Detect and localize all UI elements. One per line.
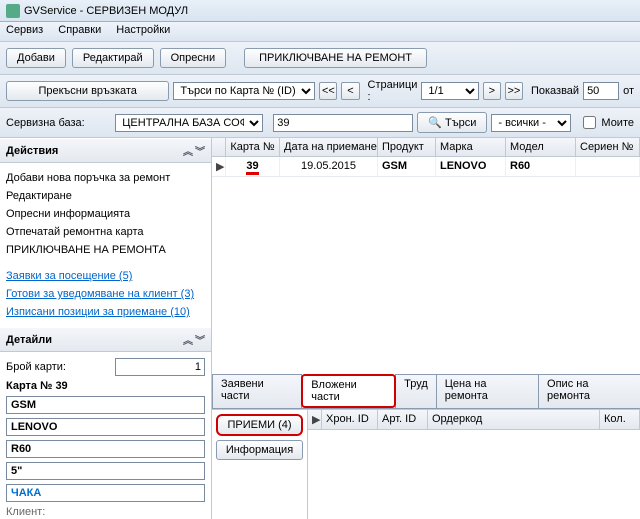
mine-checkbox[interactable]: Моите <box>579 113 634 132</box>
detail-brand[interactable]: LENOVO <box>6 418 205 436</box>
menu-service[interactable]: Сервиз <box>6 24 43 36</box>
tab-repair-price[interactable]: Цена на ремонта <box>436 374 539 408</box>
cell-product: GSM <box>382 160 407 172</box>
tab-requested-parts[interactable]: Заявени части <box>212 374 302 408</box>
sub-grid-header: ▶ Хрон. ID Арт. ID Ордеркод Кол. <box>308 410 640 430</box>
close-repair-button[interactable]: ПРИКЛЮЧВАНЕ НА РЕМОНТ <box>244 48 427 68</box>
cell-date: 19.05.2015 <box>280 157 378 176</box>
details-header[interactable]: Детайли ︽︾ <box>0 327 211 352</box>
card-no-label: Карта № <box>6 380 52 392</box>
detail-model[interactable]: R60 <box>6 440 205 458</box>
count-label: Брой карти: <box>6 361 66 373</box>
sub-col-qty[interactable]: Кол. <box>600 410 640 429</box>
menu-settings[interactable]: Настройки <box>116 24 170 36</box>
tab-repair-desc[interactable]: Опис на ремонта <box>538 374 640 408</box>
left-panel: Действия ︽︾ Добави нова поръчка за ремон… <box>0 138 212 519</box>
main-toolbar: Добави Редактирай Опресни ПРИКЛЮЧВАНЕ НА… <box>0 42 640 75</box>
link-ready-notify[interactable]: Готови за уведомяване на клиент (3) <box>6 285 205 303</box>
info-button[interactable]: Информация <box>216 440 303 460</box>
sub-col-order[interactable]: Ордеркод <box>428 410 600 429</box>
expand-icon[interactable]: ︾ <box>195 332 205 347</box>
filter-bar: Сервизна база: ЦЕНТРАЛНА БАЗА СОФИЯ 🔍 Тъ… <box>0 108 640 138</box>
detail-product[interactable]: GSM <box>6 396 205 414</box>
client-label: Клиент: <box>6 506 205 518</box>
nav-last[interactable]: >> <box>505 82 523 100</box>
col-card[interactable]: Карта № <box>226 138 280 156</box>
col-serial[interactable]: Сериен № <box>576 138 640 156</box>
app-icon <box>6 4 20 18</box>
tab-labor[interactable]: Труд <box>395 374 437 408</box>
tab-used-parts[interactable]: Вложени части <box>301 374 396 408</box>
col-date[interactable]: Дата на приемане <box>280 138 378 156</box>
detail-status[interactable]: ЧАКА <box>6 484 205 502</box>
row-indicator-icon: ▶ <box>212 157 226 176</box>
grid-header: Карта № Дата на приемане Продукт Марка М… <box>212 138 640 157</box>
table-row[interactable]: ▶ 39 19.05.2015 GSM LENOVO R60 <box>212 157 640 177</box>
search-icon: 🔍 <box>428 116 442 129</box>
sub-col-art[interactable]: Арт. ID <box>378 410 428 429</box>
refresh-button[interactable]: Опресни <box>160 48 226 68</box>
add-button[interactable]: Добави <box>6 48 66 68</box>
expand-icon[interactable]: ︾ <box>195 143 205 158</box>
show-count-input[interactable] <box>583 82 619 100</box>
link-positions-accept[interactable]: Изписани позиции за приемане (10) <box>6 303 205 321</box>
cell-brand: LENOVO <box>440 160 486 172</box>
actions-list: Добави нова поръчка за ремонт Редактиран… <box>0 163 211 327</box>
title-bar: GVService - СЕРВИЗЕН МОДУЛ <box>0 0 640 22</box>
detail-size[interactable]: 5" <box>6 462 205 480</box>
collapse-icon[interactable]: ︽ <box>183 332 193 347</box>
row-indicator-icon: ▶ <box>308 410 322 429</box>
pages-label: Страници : <box>368 79 418 103</box>
nav-prev[interactable]: < <box>341 82 359 100</box>
action-add-order[interactable]: Добави нова поръчка за ремонт <box>6 169 205 187</box>
col-product[interactable]: Продукт <box>378 138 436 156</box>
nav-first[interactable]: << <box>319 82 337 100</box>
card-count[interactable] <box>115 358 205 376</box>
search-button[interactable]: 🔍 Търси <box>417 112 487 133</box>
nav-next[interactable]: > <box>483 82 501 100</box>
details-body: Брой карти: Карта № 39 GSM LENOVO R60 5"… <box>0 352 211 519</box>
base-select[interactable]: ЦЕНТРАЛНА БАЗА СОФИЯ <box>115 114 263 132</box>
action-print[interactable]: Отпечатай ремонтна карта <box>6 223 205 241</box>
base-label: Сервизна база: <box>6 117 85 129</box>
disconnect-button[interactable]: Прекъсни връзката <box>6 81 169 101</box>
collapse-icon[interactable]: ︽ <box>183 143 193 158</box>
show-label: Показвай <box>531 85 579 97</box>
menu-bar: Сервиз Справки Настройки <box>0 22 640 42</box>
tab-strip: Заявени части Вложени части Труд Цена на… <box>212 374 640 409</box>
edit-button[interactable]: Редактирай <box>72 48 154 68</box>
col-brand[interactable]: Марка <box>436 138 506 156</box>
right-panel: Карта № Дата на приемане Продукт Марка М… <box>212 138 640 519</box>
status-filter-select[interactable]: - всички - <box>491 114 571 132</box>
sub-area: ПРИЕМИ (4) Информация ▶ Хрон. ID Арт. ID… <box>212 409 640 519</box>
menu-reports[interactable]: Справки <box>58 24 101 36</box>
action-refresh[interactable]: Опресни информацията <box>6 205 205 223</box>
search-input[interactable] <box>273 114 413 132</box>
window-title: GVService - СЕРВИЗЕН МОДУЛ <box>24 5 188 17</box>
cell-model: R60 <box>510 160 530 172</box>
col-model[interactable]: Модел <box>506 138 576 156</box>
actions-header[interactable]: Действия ︽︾ <box>0 138 211 163</box>
link-visit-requests[interactable]: Заявки за посещение (5) <box>6 267 205 285</box>
action-close-repair[interactable]: ПРИКЛЮЧВАНЕ НА РЕМОНТА <box>6 241 205 259</box>
card-no-value: 39 <box>55 380 67 392</box>
cell-card: 39 <box>246 160 258 175</box>
action-edit[interactable]: Редактиране <box>6 187 205 205</box>
sub-col-chron[interactable]: Хрон. ID <box>322 410 378 429</box>
pages-select[interactable]: 1/1 <box>421 82 478 100</box>
from-label: от <box>623 85 634 97</box>
search-by-select[interactable]: Търси по Карта № (ID) <box>173 82 315 100</box>
search-bar: Прекъсни връзката Търси по Карта № (ID) … <box>0 75 640 108</box>
accept-button[interactable]: ПРИЕМИ (4) <box>216 414 303 436</box>
